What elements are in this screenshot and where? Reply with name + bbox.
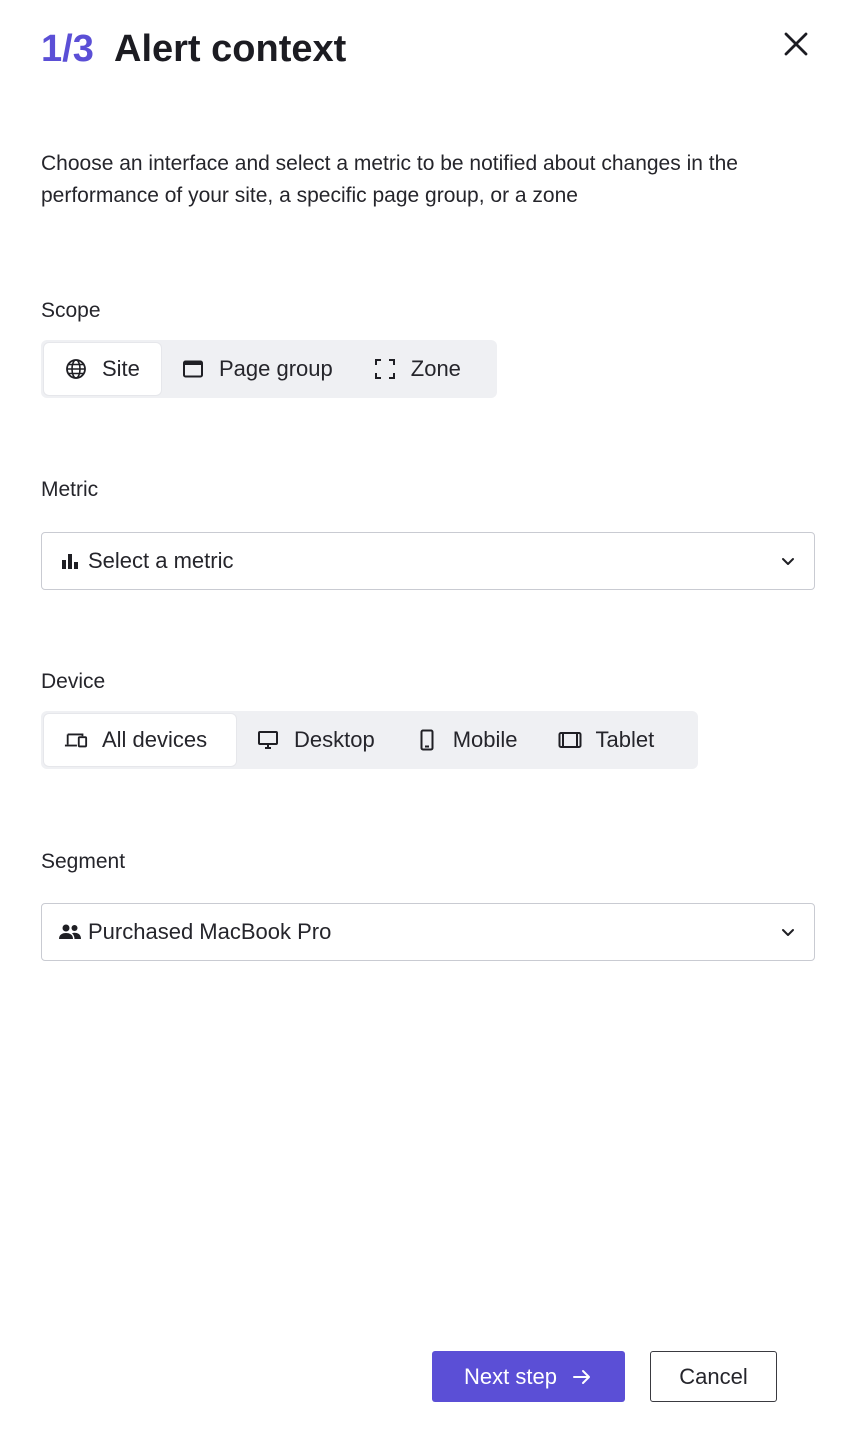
scope-label: Scope	[41, 299, 101, 322]
next-step-label: Next step	[464, 1363, 557, 1389]
device-option-tablet[interactable]: Tablet	[538, 714, 675, 766]
segment-select-value: Purchased MacBook Pro	[88, 919, 332, 944]
device-option-label: Tablet	[595, 727, 655, 752]
metric-select[interactable]: Select a metric	[41, 532, 815, 590]
zone-frame-icon	[373, 357, 397, 381]
scope-option-label: Zone	[410, 356, 461, 381]
scope-option-label: Site	[102, 356, 140, 381]
tablet-icon	[558, 728, 582, 752]
device-option-label: Desktop	[294, 727, 375, 752]
scope-option-page-group[interactable]: Page group	[161, 343, 353, 395]
close-icon	[784, 32, 808, 56]
step-indicator: 1/3	[41, 28, 94, 70]
device-option-desktop[interactable]: Desktop	[236, 714, 395, 766]
scope-option-zone[interactable]: Zone	[353, 343, 481, 395]
device-option-mobile[interactable]: Mobile	[395, 714, 538, 766]
browser-window-icon	[181, 357, 205, 381]
metric-label: Metric	[41, 478, 99, 501]
arrow-right-icon	[571, 1366, 593, 1388]
segment-select[interactable]: Purchased MacBook Pro	[41, 903, 815, 961]
close-button[interactable]	[776, 24, 816, 64]
scope-segmented-control: Site Page group Zone	[41, 340, 497, 398]
metric-select-value: Select a metric	[88, 548, 234, 573]
device-option-label: All devices	[102, 727, 208, 752]
next-step-button[interactable]: Next step	[432, 1351, 625, 1402]
chevron-down-icon	[778, 551, 798, 571]
all-devices-icon	[64, 728, 88, 752]
mobile-icon	[415, 728, 439, 752]
device-label: Device	[41, 670, 106, 693]
bar-chart-icon	[58, 549, 82, 573]
users-icon	[58, 920, 82, 944]
cancel-button[interactable]: Cancel	[650, 1351, 777, 1402]
desktop-icon	[256, 728, 280, 752]
chevron-down-icon	[778, 922, 798, 942]
device-segmented-control: All devices Desktop Mobile Tablet	[41, 711, 698, 769]
dialog-title: Alert context	[114, 28, 347, 70]
globe-icon	[64, 357, 88, 381]
device-option-all-devices[interactable]: All devices	[44, 714, 236, 766]
device-option-label: Mobile	[452, 727, 518, 752]
segment-label: Segment	[41, 850, 126, 873]
scope-option-site[interactable]: Site	[44, 343, 161, 395]
scope-option-label: Page group	[219, 356, 333, 381]
intro-text: Choose an interface and select a metric …	[41, 152, 738, 207]
